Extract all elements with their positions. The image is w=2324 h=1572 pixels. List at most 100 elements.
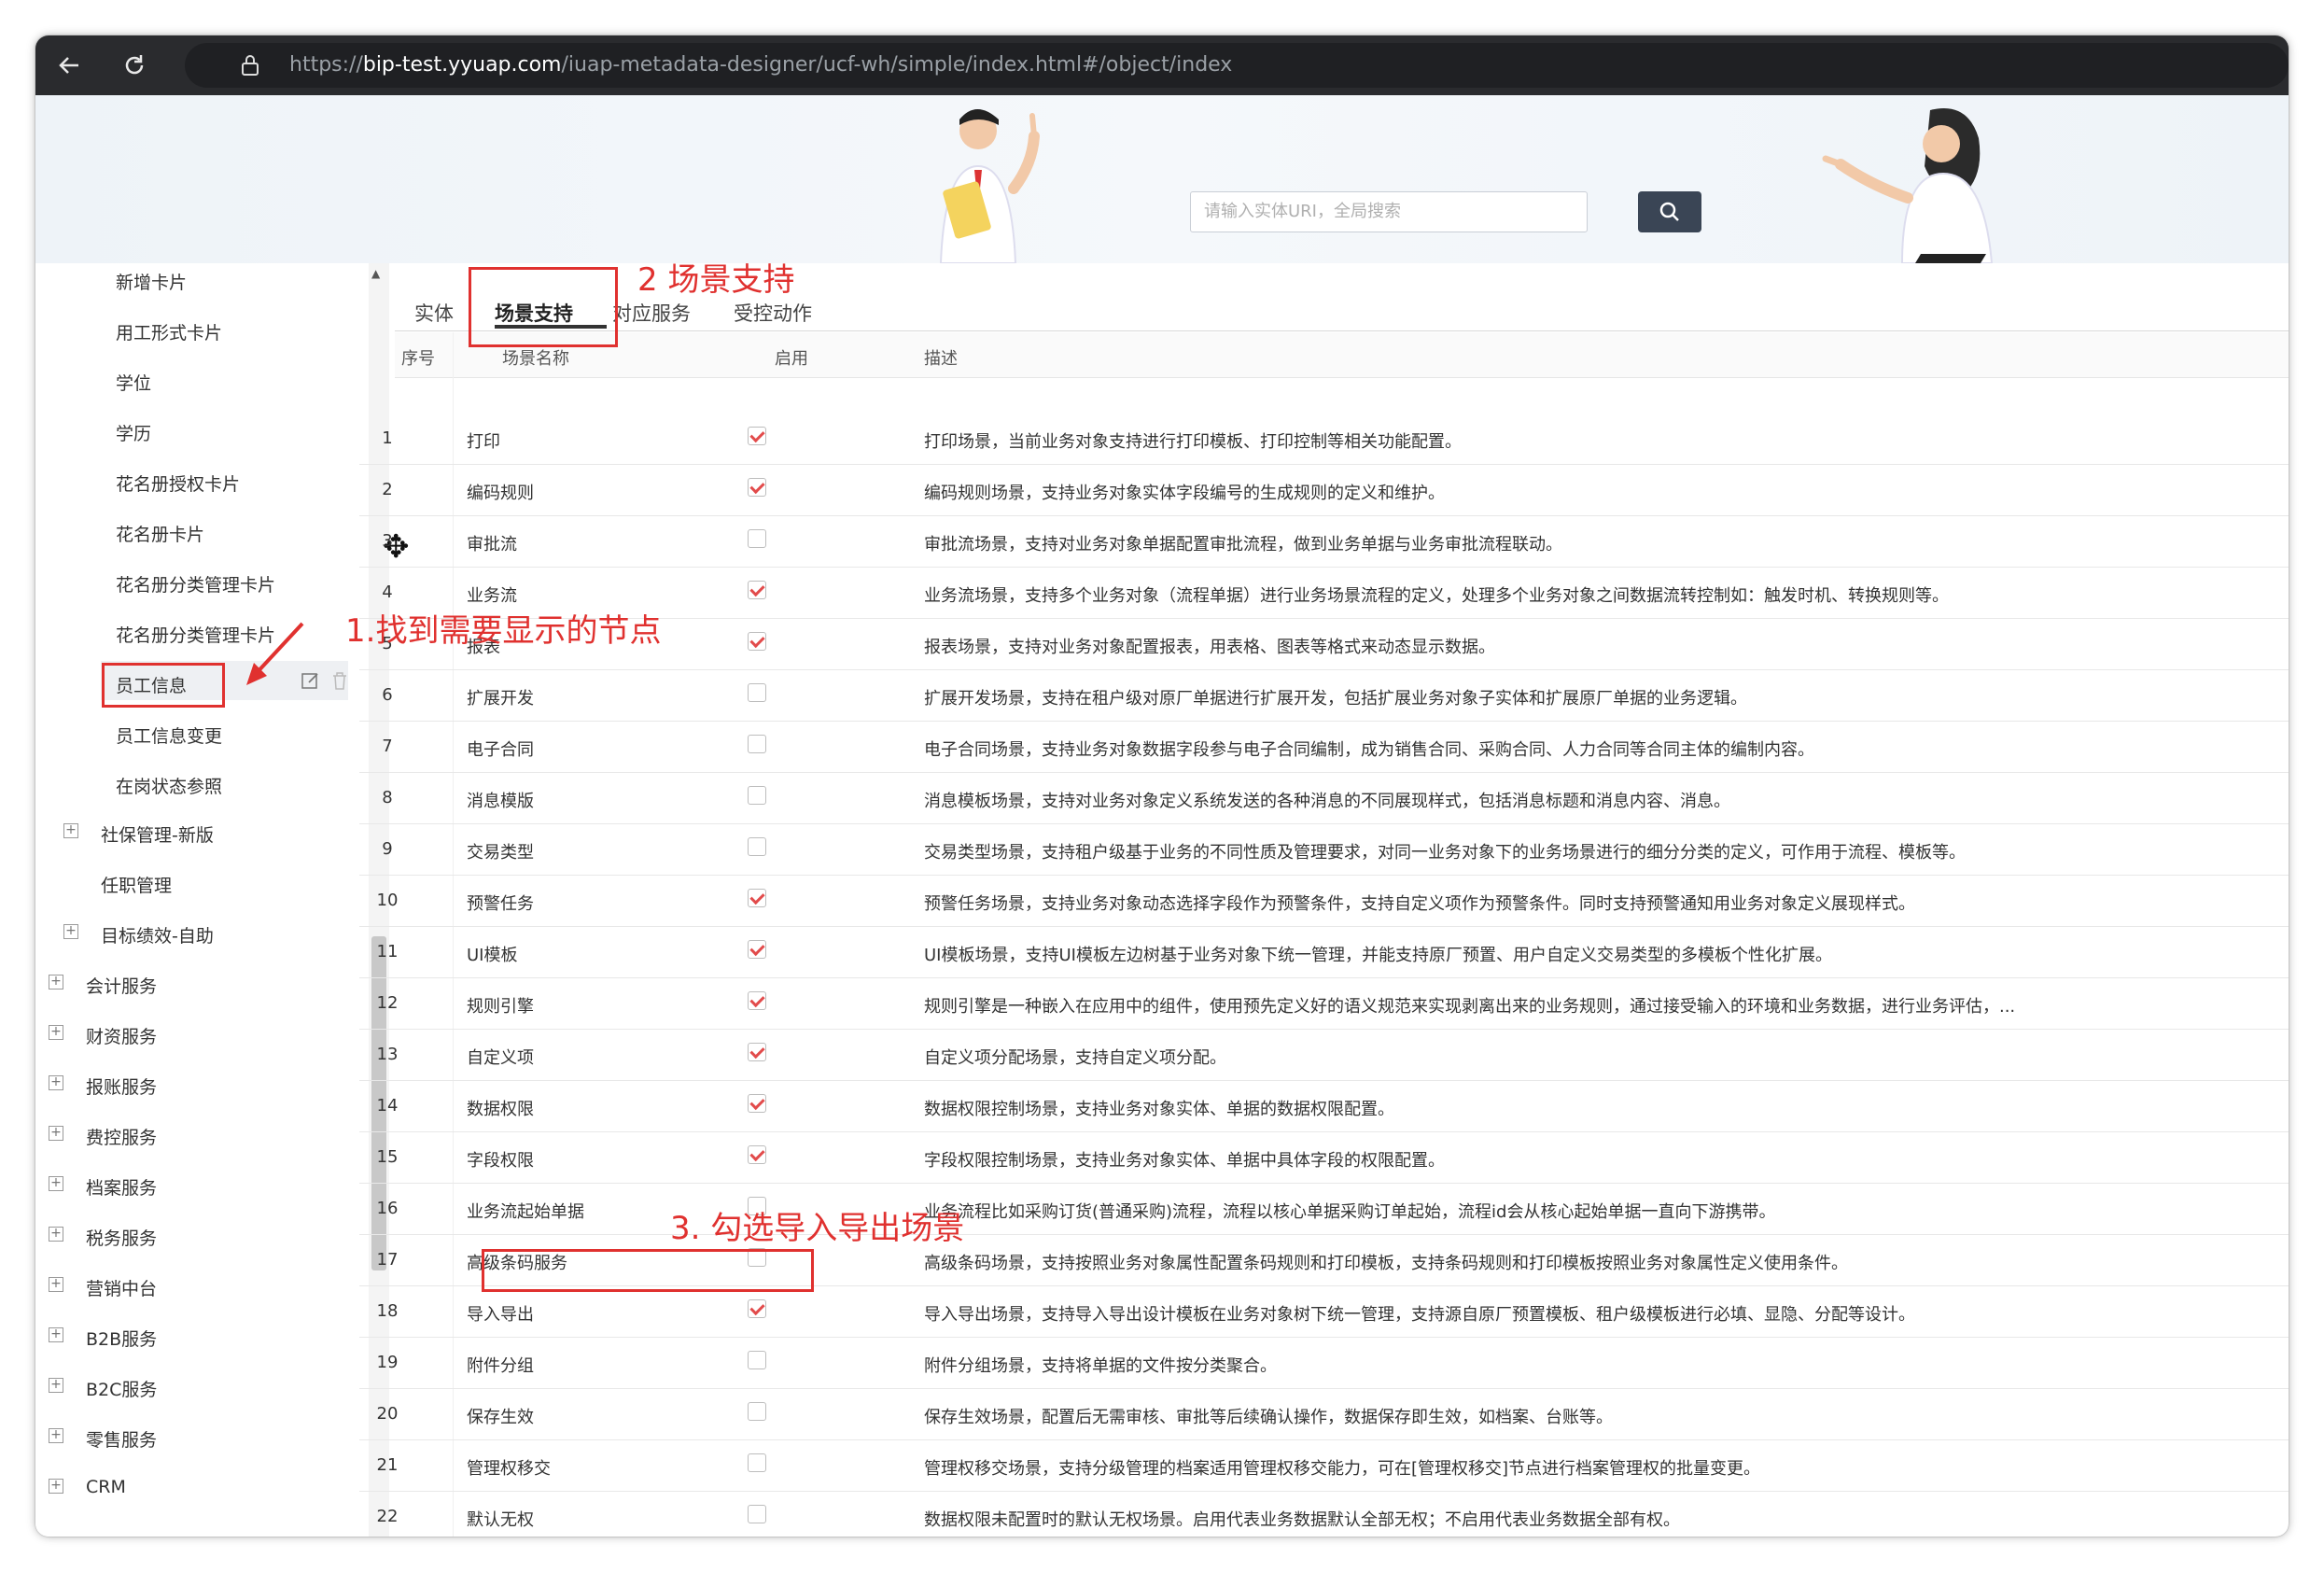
table-header [395, 332, 2289, 378]
scene-name: UI模板 [467, 946, 518, 965]
scene-name: 附件分组 [467, 1356, 534, 1376]
tab-entity[interactable]: 实体 [414, 299, 454, 327]
enable-checkbox[interactable] [748, 940, 766, 959]
enable-checkbox[interactable] [748, 735, 766, 753]
annotation-step3: 3. 勾选导入导出场景 [670, 1210, 965, 1247]
expand-icon[interactable]: + [49, 1126, 63, 1141]
tree-group[interactable]: 费控服务 [86, 1124, 157, 1149]
tree-group[interactable]: CRM [86, 1477, 126, 1497]
scene-name: 预警任务 [467, 894, 534, 914]
tree-group[interactable]: 任职管理 [101, 872, 172, 897]
global-search-input[interactable]: 请输入实体URI，全局搜索 [1190, 191, 1588, 232]
row-number: 6 [382, 685, 393, 705]
row-number: 20 [376, 1404, 399, 1424]
tree-item[interactable]: 新增卡片 [116, 269, 187, 294]
table-row: 19 附件分组 附件分组场景，支持将单据的文件按分类聚合。 [359, 1337, 2289, 1389]
scene-description: 电子合同场景，支持业务对象数据字段参与电子合同编制，成为销售合同、采购合同、人力… [924, 740, 1814, 760]
scene-description: 扩展开发场景，支持在租户级对原厂单据进行扩展开发，包括扩展业务对象子实体和扩展原… [924, 689, 1747, 709]
enable-checkbox[interactable] [748, 1351, 766, 1369]
enable-checkbox[interactable] [748, 581, 766, 599]
scroll-up-icon[interactable]: ▲ [371, 267, 380, 280]
scene-description: 保存生效场景，配置后无需审核、审批等后续确认操作，数据保存即生效，如档案、台账等… [924, 1408, 1613, 1427]
table-row: 13 自定义项 自定义项分配场景，支持自定义项分配。 [359, 1029, 2289, 1081]
tree-group[interactable]: 档案服务 [86, 1174, 157, 1200]
tree-item[interactable]: 用工形式卡片 [116, 319, 222, 344]
tab-services[interactable]: 对应服务 [612, 299, 691, 327]
tree-group[interactable]: 税务服务 [86, 1225, 157, 1250]
enable-checkbox[interactable] [748, 1094, 766, 1113]
scene-name: 字段权限 [467, 1151, 534, 1171]
tree-item[interactable]: 在岗状态参照 [116, 773, 222, 798]
annotation-step1: 1.找到需要显示的节点 [345, 612, 662, 650]
column-header-no: 序号 [401, 349, 435, 369]
expand-icon[interactable]: + [49, 1277, 63, 1292]
scene-name: 扩展开发 [467, 689, 534, 709]
tree-item[interactable]: 学位 [116, 370, 151, 395]
reload-icon[interactable] [118, 49, 151, 82]
enable-checkbox[interactable] [748, 837, 766, 856]
enable-checkbox[interactable] [748, 683, 766, 702]
row-number: 14 [376, 1096, 399, 1116]
tree-item[interactable]: 花名册授权卡片 [116, 470, 240, 496]
tree-group[interactable]: 财资服务 [86, 1023, 157, 1048]
expand-icon[interactable]: + [49, 1327, 63, 1342]
enable-checkbox[interactable] [748, 1453, 766, 1472]
scene-name: 数据权限 [467, 1100, 534, 1119]
scene-name: 管理权移交 [467, 1459, 551, 1479]
scene-description: 字段权限控制场景，支持业务对象实体、单据中具体字段的权限配置。 [924, 1151, 1445, 1171]
row-number: 9 [382, 839, 393, 859]
header-banner: 请输入实体URI，全局搜索 [35, 95, 2289, 263]
tree-group[interactable]: 目标绩效-自助 [101, 922, 214, 947]
tab-controlled-actions[interactable]: 受控动作 [734, 299, 812, 327]
tree-item[interactable]: 花名册分类管理卡片 [116, 571, 275, 597]
expand-icon[interactable]: + [63, 823, 78, 838]
table-row: 16 业务流起始单据 业务流程比如采购订货(普通采购)流程，流程以核心单据采购订单起… [359, 1183, 2289, 1235]
browser-window: https://bip-test.yyuap.com/iuap-metadata… [35, 35, 2289, 1537]
enable-checkbox[interactable] [748, 1043, 766, 1061]
scene-name: 导入导出 [467, 1305, 534, 1325]
enable-checkbox[interactable] [748, 1402, 766, 1421]
expand-icon[interactable]: + [63, 924, 78, 939]
expand-icon[interactable]: + [49, 1479, 63, 1494]
enable-checkbox[interactable] [748, 991, 766, 1010]
tree-group[interactable]: B2C服务 [86, 1376, 157, 1401]
enable-checkbox[interactable] [748, 1145, 766, 1164]
enable-checkbox[interactable] [748, 786, 766, 805]
back-icon[interactable] [52, 49, 86, 82]
tree-item[interactable]: 员工信息变更 [116, 723, 222, 748]
tree-item[interactable]: 学历 [116, 420, 151, 445]
row-number: 13 [376, 1045, 399, 1064]
enable-checkbox[interactable] [748, 1299, 766, 1318]
expand-icon[interactable]: + [49, 1176, 63, 1191]
expand-icon[interactable]: + [49, 1025, 63, 1040]
enable-checkbox[interactable] [748, 889, 766, 907]
expand-icon[interactable]: + [49, 1428, 63, 1443]
tree-group[interactable]: 零售服务 [86, 1426, 157, 1452]
delete-icon[interactable] [330, 670, 349, 695]
expand-icon[interactable]: + [49, 1378, 63, 1393]
tree-group[interactable]: B2B服务 [86, 1326, 157, 1351]
tree-group[interactable]: 社保管理-新版 [101, 821, 214, 847]
lock-icon [241, 54, 259, 80]
scene-name: 默认无权 [467, 1510, 534, 1530]
tree-group[interactable]: 报账服务 [86, 1074, 157, 1099]
enable-checkbox[interactable] [748, 632, 766, 651]
expand-icon[interactable]: + [49, 1075, 63, 1090]
search-button[interactable] [1638, 191, 1701, 232]
enable-checkbox[interactable] [748, 529, 766, 548]
table-row: 8 消息模版 消息模板场景，支持对业务对象定义系统发送的各种消息的不同展现样式，包括… [359, 772, 2289, 824]
row-number: 17 [376, 1250, 399, 1270]
row-number: 4 [382, 582, 393, 602]
enable-checkbox[interactable] [748, 478, 766, 497]
tree-item[interactable]: 花名册卡片 [116, 521, 204, 546]
expand-icon[interactable]: + [49, 1227, 63, 1242]
expand-icon[interactable]: + [49, 975, 63, 990]
address-bar[interactable]: https://bip-test.yyuap.com/iuap-metadata… [185, 43, 2289, 88]
tree-group[interactable]: 会计服务 [86, 973, 157, 998]
enable-checkbox[interactable] [748, 427, 766, 445]
row-number: 15 [376, 1147, 399, 1167]
tree-group[interactable]: 营销中台 [86, 1275, 157, 1300]
scene-description: 打印场景，当前业务对象支持进行打印模板、打印控制等相关功能配置。 [924, 432, 1462, 452]
table-row: 12 规则引擎 规则引擎是一种嵌入在应用中的组件，使用预先定义好的语义规范来实现剥离… [359, 977, 2289, 1030]
enable-checkbox[interactable] [748, 1505, 766, 1523]
